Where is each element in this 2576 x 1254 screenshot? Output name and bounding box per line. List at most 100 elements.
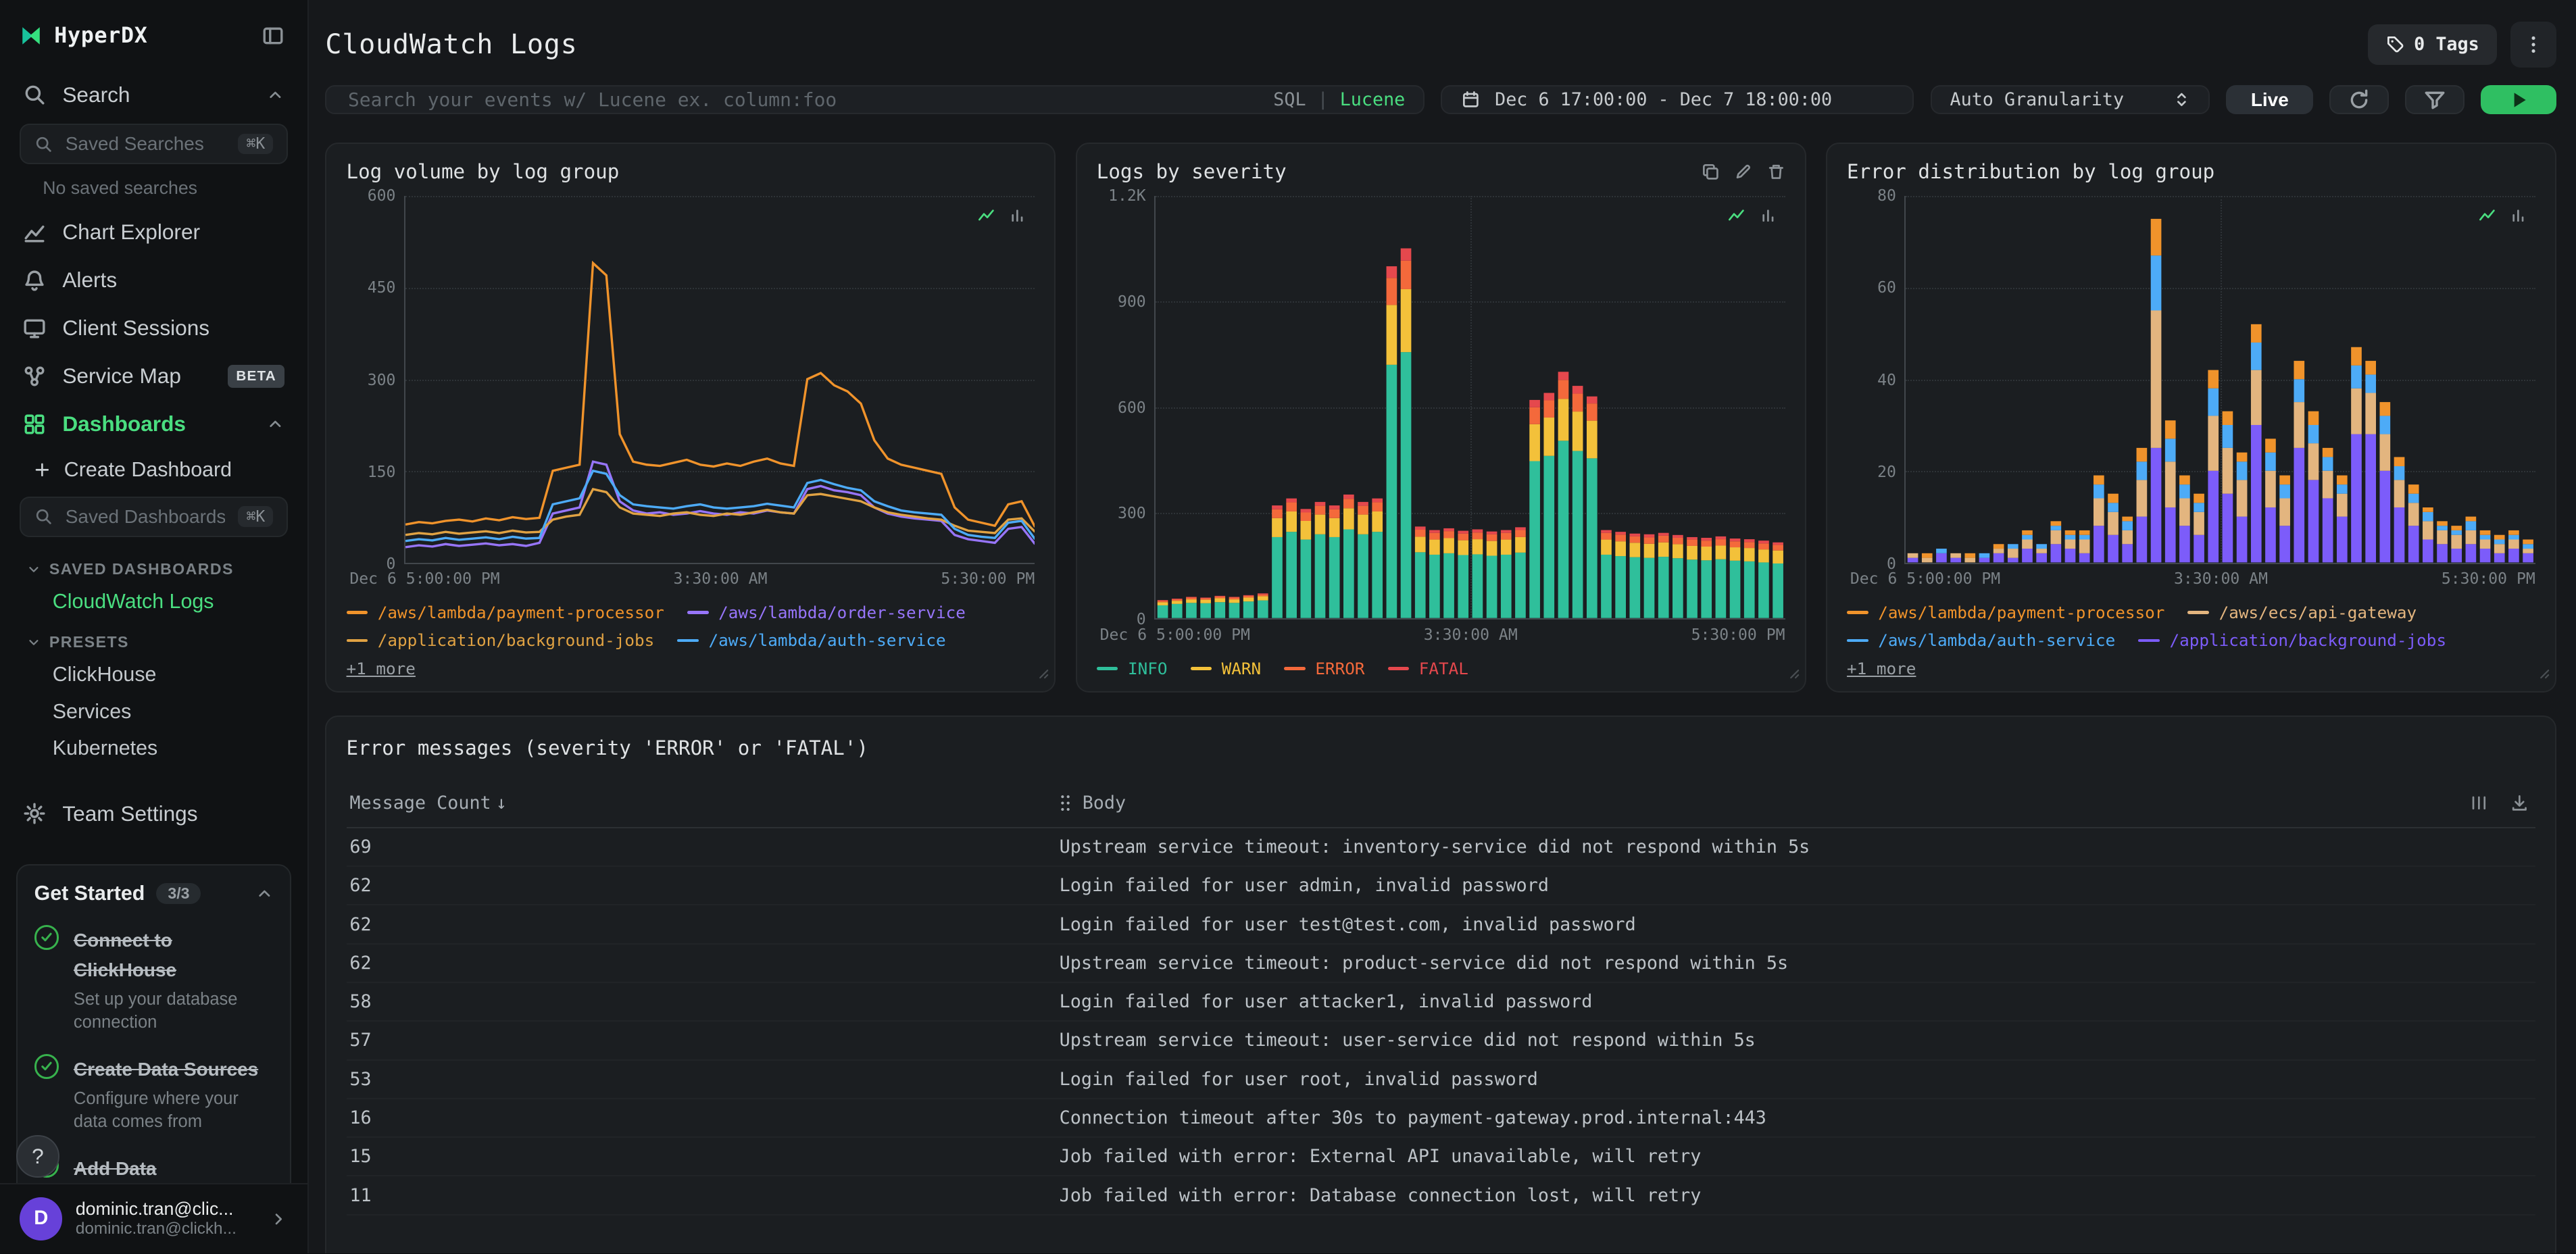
event-search-input[interactable] <box>345 86 1260 113</box>
section-saved-dashboards[interactable]: SAVED DASHBOARDS <box>0 547 307 584</box>
user-email: dominic.tran@clickh... <box>75 1220 237 1238</box>
legend-more-link[interactable]: +1 more <box>347 659 416 678</box>
saved-searches-field[interactable] <box>61 131 228 157</box>
select-chevrons-icon <box>2177 93 2186 107</box>
help-button[interactable]: ? <box>16 1134 59 1178</box>
section-presets[interactable]: PRESETS <box>0 620 307 657</box>
legend-item[interactable]: /aws/lambda/order-service <box>687 603 966 622</box>
legend-item[interactable]: /aws/lambda/auth-service <box>1847 630 2115 650</box>
collapse-sidebar-button[interactable] <box>258 22 288 51</box>
resize-handle[interactable] <box>2535 657 2550 686</box>
line-chart-toggle-icon[interactable] <box>2478 201 2496 231</box>
sidebar-item-dashboards[interactable]: Dashboards <box>0 400 307 448</box>
filter-button[interactable] <box>2405 85 2464 115</box>
panel-collapse-icon <box>263 28 283 45</box>
duplicate-panel-button[interactable] <box>1702 163 1720 181</box>
sidebar-preset-services[interactable]: Services <box>0 693 307 730</box>
section-label: SAVED DASHBOARDS <box>49 560 234 578</box>
user-menu[interactable]: D dominic.tran@clic... dominic.tran@clic… <box>0 1182 308 1253</box>
line-chart-toggle-icon[interactable] <box>1727 201 1745 231</box>
granularity-select[interactable]: Auto Granularity <box>1930 85 2210 115</box>
saved-dashboards-field[interactable] <box>61 504 228 530</box>
gear-icon <box>23 802 46 825</box>
panel-error-messages: Error messages (severity 'ERROR' or 'FAT… <box>325 716 2556 1253</box>
time-range-picker[interactable]: Dec 6 17:00:00 - Dec 7 18:00:00 <box>1441 85 1914 115</box>
get-started-step[interactable]: Connect to ClickHouse Set up your databa… <box>34 924 274 1034</box>
column-header-count[interactable]: Message Count ↓ <box>347 793 1060 813</box>
table-row[interactable]: 53 Login failed for user root, invalid pa… <box>346 1061 2535 1099</box>
saved-dashboards-input[interactable]: ⌘K <box>20 496 288 537</box>
table-row[interactable]: 62 Upstream service timeout: product-serv… <box>346 945 2535 983</box>
line-chart-canvas <box>405 196 1035 562</box>
legend-item[interactable]: /application/background-jobs <box>346 630 655 651</box>
cell-message-count: 16 <box>349 1107 372 1128</box>
more-menu-button[interactable] <box>2510 21 2556 68</box>
table-row[interactable]: 58 Login failed for user attacker1, inval… <box>346 983 2535 1022</box>
saved-searches-input[interactable]: ⌘K <box>20 123 288 165</box>
x-tick-label: 3:30:00 AM <box>673 570 768 588</box>
live-button[interactable]: Live <box>2226 85 2314 115</box>
avatar: D <box>20 1197 63 1240</box>
delete-panel-button[interactable] <box>1767 163 1785 181</box>
sidebar-item-chart-explorer[interactable]: Chart Explorer <box>0 208 307 256</box>
chevron-up-icon <box>255 884 274 903</box>
legend-item[interactable]: /aws/lambda/payment-processor <box>1847 603 2164 622</box>
section-label: PRESETS <box>49 633 129 651</box>
resize-handle[interactable] <box>1785 657 1800 686</box>
event-search[interactable]: SQL | Lucene <box>325 85 1425 115</box>
legend-more-link[interactable]: +1 more <box>1847 659 1916 678</box>
table-row[interactable]: 16 Connection timeout after 30s to paymen… <box>346 1099 2535 1138</box>
sidebar-item-alerts[interactable]: Alerts <box>0 256 307 304</box>
create-dashboard-button[interactable]: Create Dashboard <box>0 448 307 491</box>
legend-item[interactable]: INFO <box>1096 659 1167 678</box>
legend-label: /application/background-jobs <box>377 630 655 651</box>
table-row[interactable]: 11 Job failed with error: Database connec… <box>346 1176 2535 1215</box>
step-title: Connect to ClickHouse <box>73 929 177 980</box>
tags-button[interactable]: 0 Tags <box>2368 24 2498 65</box>
refresh-button[interactable] <box>2329 85 2389 115</box>
legend-item[interactable]: ERROR <box>1284 659 1365 678</box>
chevron-right-icon <box>270 1210 288 1228</box>
sidebar-dashboard-cloudwatch-logs[interactable]: CloudWatch Logs <box>0 583 307 620</box>
legend-item[interactable]: /aws/ecs/api-gateway <box>2187 603 2417 622</box>
get-started-header[interactable]: Get Started 3/3 <box>34 882 274 905</box>
legend-item[interactable]: /aws/lambda/payment-processor <box>346 603 664 623</box>
line-chart-toggle-icon[interactable] <box>977 201 995 231</box>
edit-panel-button[interactable] <box>1734 163 1752 181</box>
table-row[interactable]: 62 Login failed for user admin, invalid p… <box>346 867 2535 906</box>
bar-chart-toggle-icon[interactable] <box>1759 201 1777 231</box>
run-query-button[interactable] <box>2481 85 2556 115</box>
sidebar-item-service-map[interactable]: Service Map BETA <box>0 352 307 400</box>
panel-error-distribution: Error distribution by log group 80 60 40 20… <box>1825 142 2556 693</box>
download-button[interactable] <box>2507 791 2531 815</box>
search-icon <box>34 135 53 153</box>
bar-chart-toggle-icon[interactable] <box>1008 201 1026 231</box>
table-row[interactable]: 57 Upstream service timeout: user-service… <box>346 1022 2535 1061</box>
sidebar-preset-kubernetes[interactable]: Kubernetes <box>0 730 307 766</box>
sidebar-item-search[interactable]: Search <box>0 71 307 119</box>
legend-item[interactable]: FATAL <box>1387 659 1468 678</box>
get-started-step[interactable]: Create Data Sources Configure where your… <box>34 1053 274 1134</box>
y-axis-labels: 80 60 40 20 0 <box>1877 187 1896 573</box>
header-actions: 0 Tags <box>2368 21 2556 68</box>
legend-item[interactable]: /application/background-jobs <box>2138 630 2446 650</box>
language-sql[interactable]: SQL <box>1273 89 1306 110</box>
bar-chart-toggle-icon[interactable] <box>2509 201 2527 231</box>
column-header-body[interactable]: Body <box>1060 793 2467 813</box>
table-row[interactable]: 69 Upstream service timeout: inventory-se… <box>346 828 2535 868</box>
play-icon <box>2514 93 2526 107</box>
chart-icon <box>23 221 46 244</box>
sidebar-item-client-sessions[interactable]: Client Sessions <box>0 304 307 352</box>
sidebar-item-team-settings[interactable]: Team Settings <box>0 790 307 838</box>
legend: /aws/lambda/payment-processor/aws/lambda… <box>346 603 1035 678</box>
resize-handle[interactable] <box>1035 657 1049 686</box>
legend-item[interactable]: /aws/lambda/auth-service <box>677 630 946 650</box>
table-row[interactable]: 62 Login failed for user test@test.com, i… <box>346 905 2535 945</box>
table-settings-button[interactable] <box>2467 791 2491 815</box>
legend-item[interactable]: WARN <box>1190 659 1261 678</box>
legend-label: /aws/lambda/payment-processor <box>377 603 664 623</box>
table-row[interactable]: 15 Job failed with error: External API un… <box>346 1138 2535 1177</box>
language-lucene[interactable]: Lucene <box>1340 89 1406 110</box>
sidebar-preset-clickhouse[interactable]: ClickHouse <box>0 656 307 693</box>
cell-message-count: 62 <box>349 875 372 897</box>
